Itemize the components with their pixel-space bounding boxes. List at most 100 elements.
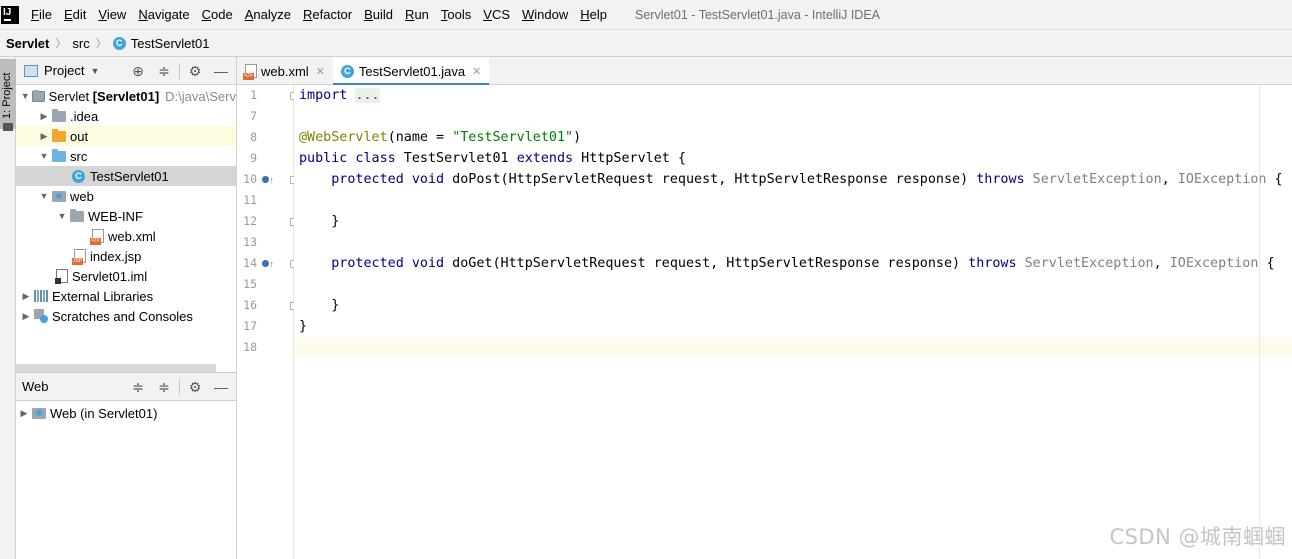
breadcrumb-file[interactable]: TestServlet01 (131, 36, 210, 51)
project-view-icon (24, 64, 38, 77)
collapse-arrow-icon[interactable]: ▶ (38, 131, 50, 142)
tree-item-web-xml[interactable]: ▶ web.xml (16, 226, 236, 246)
breadcrumb-project[interactable]: Servlet (6, 36, 49, 51)
menu-analyze[interactable]: Analyze (239, 0, 297, 29)
menu-help[interactable]: Help (574, 0, 613, 29)
window-title: Servlet01 - TestServlet01.java - Intelli… (635, 7, 881, 22)
collapse-all-icon[interactable]: ≑ (153, 60, 175, 82)
java-class-icon: C (72, 169, 85, 183)
library-icon (34, 290, 48, 302)
line-number: 11 (243, 193, 257, 207)
line-number: 9 (250, 151, 257, 165)
tree-item-index-jsp[interactable]: ▶ index.jsp (16, 246, 236, 266)
folder-icon (52, 108, 66, 122)
locate-icon[interactable]: ⊕ (127, 60, 149, 82)
tree-item-iml[interactable]: ▶ Servlet01.iml (16, 266, 236, 286)
collapse-arrow-icon[interactable]: ▶ (18, 408, 30, 419)
tree-item-servlet[interactable]: ▼ Servlet [Servlet01] D:\java\Serv (16, 86, 236, 106)
minimize-icon[interactable]: — (210, 376, 232, 398)
collapse-all-icon[interactable]: ≑ (153, 376, 175, 398)
web-folder-icon (52, 190, 66, 202)
java-class-icon: C (340, 64, 354, 78)
close-icon[interactable]: ✕ (472, 65, 481, 78)
tree-item-web-facet[interactable]: ▶ Web (in Servlet01) (16, 403, 236, 423)
code-line-16: } (331, 298, 340, 313)
gear-icon[interactable]: ⚙ (184, 60, 206, 82)
xml-file-icon (243, 64, 257, 80)
expand-arrow-icon[interactable]: ▼ (20, 91, 30, 101)
tree-item-out[interactable]: ▶ out (16, 126, 236, 146)
module-file-icon (55, 269, 68, 284)
menu-vcs[interactable]: VCS (477, 0, 516, 29)
expand-arrow-icon[interactable]: ▼ (56, 211, 68, 221)
horizontal-scrollbar[interactable] (16, 364, 216, 372)
current-line-highlight (294, 337, 1292, 358)
menu-code[interactable]: Code (196, 0, 239, 29)
tab-testservlet01-java[interactable]: C TestServlet01.java ✕ (332, 57, 490, 86)
tree-item-label: Web (in Servlet01) (50, 405, 158, 421)
menu-file[interactable]: File (25, 0, 58, 29)
code-line-8: @WebServlet(name = "TestServlet01") (299, 130, 582, 145)
menu-edit[interactable]: Edit (58, 0, 92, 29)
chevron-down-icon[interactable]: ▼ (90, 66, 99, 76)
tab-label: web.xml (261, 63, 309, 79)
expand-arrow-icon[interactable]: ▼ (38, 151, 50, 161)
folder-icon (70, 208, 84, 222)
right-margin-guide (1259, 85, 1260, 559)
tree-item-scratches[interactable]: ▶ Scratches and Consoles (16, 306, 236, 326)
web-facet-icon (32, 407, 46, 419)
collapse-arrow-icon[interactable]: ▶ (20, 291, 32, 302)
menu-navigate[interactable]: Navigate (132, 0, 195, 29)
tree-item-external-libraries[interactable]: ▶ External Libraries (16, 286, 236, 306)
project-tree: ▼ Servlet [Servlet01] D:\java\Serv ▶ .id… (16, 85, 236, 326)
menu-build[interactable]: Build (358, 0, 399, 29)
line-number: 14 (243, 256, 257, 270)
line-number: 12 (243, 214, 257, 228)
tree-item-label: src (70, 148, 88, 164)
editor-tab-bar: web.xml ✕ C TestServlet01.java ✕ (237, 57, 1292, 86)
breadcrumb-separator-icon: 〉 (95, 38, 107, 50)
code-editor[interactable]: import ... @WebServlet(name = "TestServl… (294, 85, 1292, 559)
module-folder-icon (32, 89, 45, 102)
tree-item-idea[interactable]: ▶ .idea (16, 106, 236, 126)
expand-all-icon[interactable]: ≑ (127, 376, 149, 398)
tree-item-label: Servlet (48, 88, 90, 104)
override-method-icon[interactable]: ↑ (262, 169, 274, 190)
tree-item-label: web.xml (108, 228, 156, 244)
web-panel-title: Web (22, 379, 49, 394)
collapse-arrow-icon[interactable]: ▶ (38, 111, 50, 122)
folder-icon (3, 123, 13, 131)
gear-icon[interactable]: ⚙ (184, 376, 206, 398)
menu-tools[interactable]: Tools (435, 0, 477, 29)
tree-item-web-inf[interactable]: ▼ WEB-INF (16, 206, 236, 226)
code-line-10: protected void doPost(HttpServletRequest… (331, 172, 1283, 187)
tree-item-module-name: [Servlet01] (92, 88, 160, 104)
expand-arrow-icon[interactable]: ▼ (38, 191, 50, 201)
tree-item-label: TestServlet01 (90, 168, 169, 184)
code-line-17: } (299, 319, 308, 334)
collapse-arrow-icon[interactable]: ▶ (20, 311, 32, 322)
menu-refactor[interactable]: Refactor (297, 0, 358, 29)
breadcrumb: Servlet 〉 src 〉 C TestServlet01 (0, 29, 1292, 57)
tree-item-src[interactable]: ▼ src (16, 146, 236, 166)
project-tool-tab[interactable]: 1: Project (0, 59, 16, 129)
code-line-9: public class TestServlet01 extends HttpS… (299, 151, 686, 166)
menu-view[interactable]: View (92, 0, 132, 29)
folded-imports[interactable]: ... (355, 88, 380, 103)
menu-window[interactable]: Window (516, 0, 574, 29)
tree-item-label: Scratches and Consoles (52, 308, 193, 324)
tab-web-xml[interactable]: web.xml ✕ (237, 57, 333, 85)
tree-item-web[interactable]: ▼ web (16, 186, 236, 206)
tree-item-testservlet01[interactable]: ▶ C TestServlet01 (16, 166, 236, 186)
tree-item-label: WEB-INF (88, 208, 143, 224)
menu-run[interactable]: Run (399, 0, 435, 29)
override-method-icon[interactable]: ↑ (262, 253, 274, 274)
code-line-12: } (331, 214, 340, 229)
editor-gutter: 1 7 8 9 10 11 12 13 14 15 16 17 18 ↑ ↑ (237, 85, 298, 559)
left-tool-strip: 1: Project (0, 57, 16, 559)
minimize-icon[interactable]: — (210, 60, 232, 82)
tree-item-label: index.jsp (90, 248, 142, 264)
breadcrumb-folder[interactable]: src (72, 36, 89, 51)
close-icon[interactable]: ✕ (316, 65, 325, 78)
project-panel-title[interactable]: Project (44, 63, 84, 78)
